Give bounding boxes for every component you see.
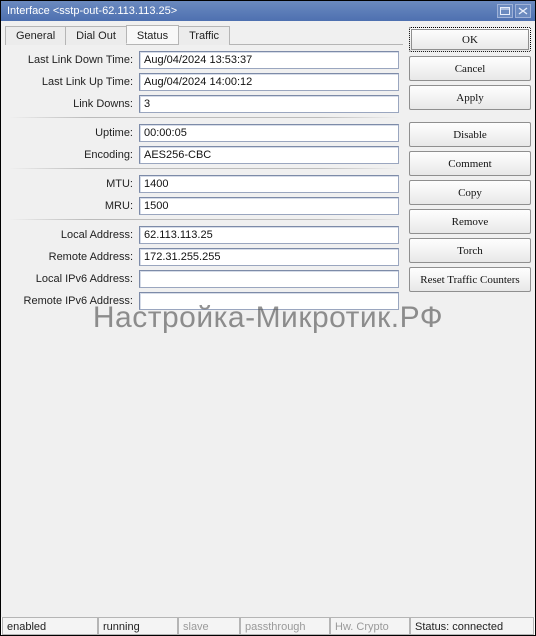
mru-label: MRU: [9,200,139,212]
status-running: running [98,618,178,635]
remote-address-label: Remote Address: [9,251,139,263]
copy-button[interactable]: Copy [409,180,531,205]
remote-address-field[interactable] [139,248,399,266]
tab-strip: General Dial Out Status Traffic [5,25,403,45]
uptime-field[interactable] [139,124,399,142]
comment-button[interactable]: Comment [409,151,531,176]
last-link-down-label: Last Link Down Time: [9,54,139,66]
tab-status[interactable]: Status [126,25,179,44]
local-ipv6-label: Local IPv6 Address: [9,273,139,285]
last-link-up-label: Last Link Up Time: [9,76,139,88]
reset-traffic-button[interactable]: Reset Traffic Counters [409,267,531,292]
uptime-label: Uptime: [9,127,139,139]
tab-dial-out[interactable]: Dial Out [65,26,127,45]
remote-ipv6-label: Remote IPv6 Address: [9,295,139,307]
separator [9,168,399,169]
local-address-field[interactable] [139,226,399,244]
encoding-field[interactable] [139,146,399,164]
mtu-field[interactable] [139,175,399,193]
disable-button[interactable]: Disable [409,122,531,147]
client-area: General Dial Out Status Traffic Last Lin… [1,21,535,617]
cancel-button[interactable]: Cancel [409,56,531,81]
tab-panel-status: Last Link Down Time: Last Link Up Time: … [5,45,403,613]
link-downs-label: Link Downs: [9,98,139,110]
link-downs-field[interactable] [139,95,399,113]
status-slave: slave [178,618,240,635]
local-address-label: Local Address: [9,229,139,241]
title-bar: Interface <sstp-out-62.113.113.25> [1,1,535,21]
mtu-label: MTU: [9,178,139,190]
tab-general[interactable]: General [5,26,66,45]
status-connection: Status: connected [410,618,534,635]
window-title: Interface <sstp-out-62.113.113.25> [7,5,495,17]
mru-field[interactable] [139,197,399,215]
remote-ipv6-field[interactable] [139,292,399,310]
ok-button[interactable]: OK [409,27,531,52]
status-bar: enabled running slave passthrough Hw. Cr… [2,617,534,634]
close-window-button[interactable] [515,4,531,18]
last-link-down-field[interactable] [139,51,399,69]
remove-button[interactable]: Remove [409,209,531,234]
encoding-label: Encoding: [9,149,139,161]
last-link-up-field[interactable] [139,73,399,91]
separator [9,219,399,220]
left-column: General Dial Out Status Traffic Last Lin… [5,25,403,613]
torch-button[interactable]: Torch [409,238,531,263]
local-ipv6-field[interactable] [139,270,399,288]
tab-traffic[interactable]: Traffic [178,26,230,45]
status-hwcrypto: Hw. Crypto [330,618,410,635]
apply-button[interactable]: Apply [409,85,531,110]
action-buttons: OK Cancel Apply Disable Comment Copy Rem… [409,25,531,613]
status-passthrough: passthrough [240,618,330,635]
separator [9,117,399,118]
status-enabled: enabled [2,618,98,635]
detach-window-button[interactable] [497,4,513,18]
